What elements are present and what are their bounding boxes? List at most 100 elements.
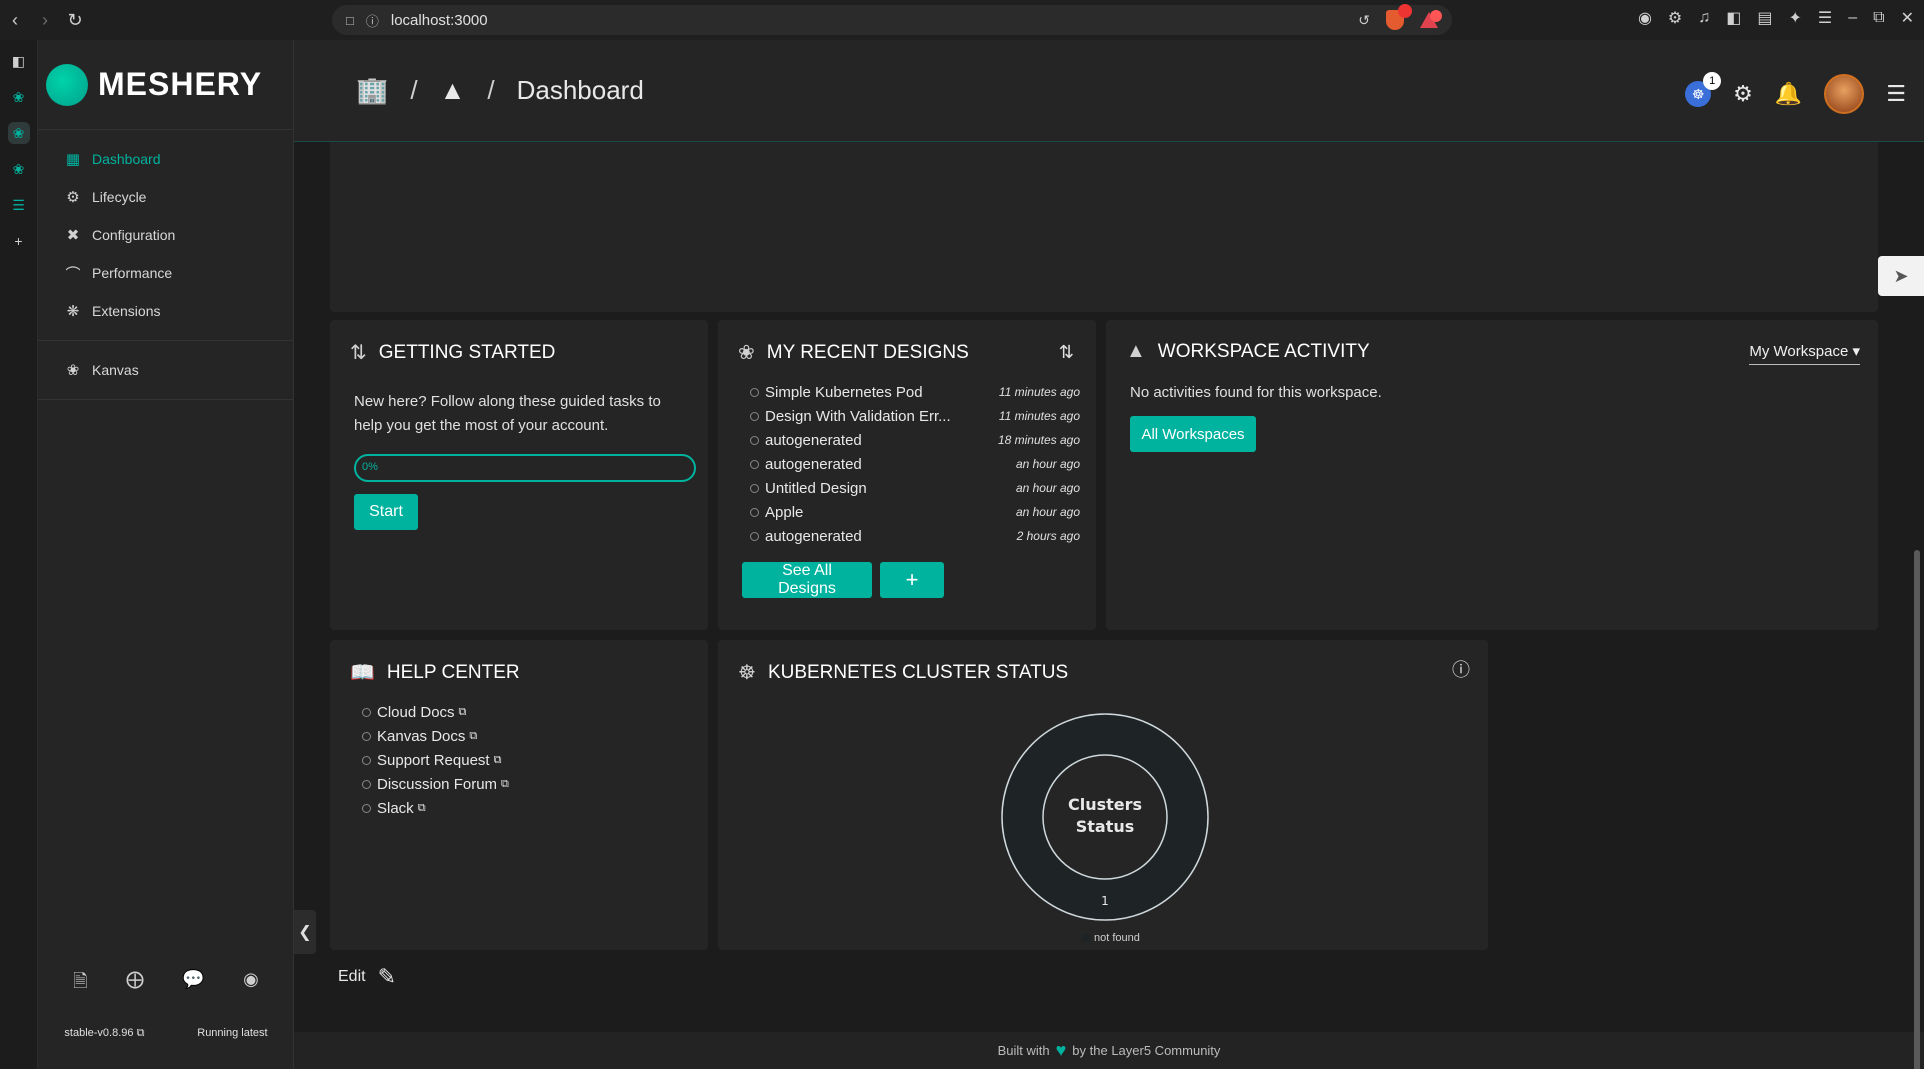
leo-icon[interactable]: ✦: [1789, 8, 1802, 28]
close-icon[interactable]: ✕: [1901, 8, 1914, 28]
collapse-sidebar-button[interactable]: ❮: [294, 910, 316, 954]
share-icon[interactable]: ↺: [1358, 12, 1370, 29]
url-text[interactable]: localhost:3000: [391, 12, 488, 29]
donut-center-line2: Status: [1076, 817, 1135, 836]
kubernetes-context-icon[interactable]: ☸ 1: [1685, 72, 1722, 107]
github-icon[interactable]: ◉: [243, 969, 259, 999]
sidebar-item-performance[interactable]: ⌒ Performance: [38, 254, 293, 292]
legend-label: not found: [1094, 932, 1140, 944]
list-tab-icon[interactable]: ☰: [8, 194, 30, 216]
workspace-icon[interactable]: ▲: [440, 75, 466, 106]
bullet-icon: [750, 435, 759, 445]
sidebar-item-extensions[interactable]: ❋ Extensions: [38, 292, 293, 330]
help-link-label: Cloud Docs: [377, 703, 455, 721]
sidebar-item-lifecycle[interactable]: ⚙ Lifecycle: [38, 178, 293, 216]
see-all-designs-button[interactable]: See All Designs: [742, 562, 872, 598]
design-list: Simple Kubernetes Pod 11 minutes ago Desig…: [750, 380, 1080, 548]
info-icon[interactable]: ⓘ: [1452, 656, 1470, 682]
grammarly-icon[interactable]: ◉: [1638, 8, 1652, 28]
design-icon: ❀: [738, 342, 755, 364]
brave-shield-icon[interactable]: [1386, 4, 1412, 30]
info-icon[interactable]: ⓘ: [366, 11, 379, 30]
organization-icon[interactable]: 🏢: [356, 75, 388, 106]
pencil-icon: ✎: [377, 964, 397, 989]
help-link[interactable]: Slack ⧉: [362, 796, 509, 820]
sort-icon[interactable]: ⇅: [1059, 342, 1074, 363]
add-design-button[interactable]: +: [880, 562, 944, 598]
sidebar-item-kanvas[interactable]: ❀ Kanvas: [38, 351, 293, 389]
notification-badge: 1: [1703, 72, 1722, 90]
browser-sidebar: ◧ ❀ ❀ ❀ ☰ +: [0, 40, 38, 1069]
design-time: an hour ago: [1015, 481, 1080, 495]
bullet-icon: [362, 707, 371, 717]
meshery-tab-icon[interactable]: ❀: [8, 158, 30, 180]
minimize-icon[interactable]: –: [1848, 9, 1857, 27]
start-button[interactable]: Start: [354, 494, 418, 530]
sidebar-item-dashboard[interactable]: ▦ Dashboard: [38, 140, 293, 178]
version-link[interactable]: stable-v0.8.96 ⧉: [64, 1027, 144, 1040]
design-name: autogenerated: [765, 431, 862, 449]
design-list-item[interactable]: Untitled Design an hour ago: [750, 476, 1080, 500]
help-link[interactable]: Support Request ⧉: [362, 748, 509, 772]
rocket-icon[interactable]: ➤: [1878, 256, 1924, 296]
card-title: HELP CENTER: [386, 661, 520, 683]
slack-icon[interactable]: ⨁: [126, 969, 144, 999]
menu-icon[interactable]: ☰: [1818, 8, 1832, 28]
design-time: 11 minutes ago: [998, 409, 1080, 423]
design-list-item[interactable]: Simple Kubernetes Pod 11 minutes ago: [750, 380, 1080, 404]
restore-icon[interactable]: ⧉: [1873, 9, 1884, 27]
design-list-item[interactable]: autogenerated 2 hours ago: [750, 524, 1080, 548]
design-name: Design With Validation Err...: [765, 407, 951, 425]
browser-toolbar: ‹ › ↻ □ ⓘ localhost:3000 ↺ ◉ ⚙ ♫ ◧ ▤ ✦ ☰…: [0, 0, 1924, 40]
workspace-select[interactable]: My Workspace ▾: [1749, 342, 1860, 365]
donut-count-label: 1: [1101, 894, 1109, 908]
design-list-item[interactable]: Design With Validation Err... 11 minutes …: [750, 404, 1080, 428]
back-button[interactable]: ‹: [0, 5, 30, 35]
help-link[interactable]: Cloud Docs ⧉: [362, 700, 509, 724]
settings-gear-icon[interactable]: ⚙: [1733, 81, 1753, 107]
sidebar-item-label: Dashboard: [92, 151, 161, 167]
add-tab-icon[interactable]: +: [8, 230, 30, 252]
design-list-item[interactable]: autogenerated 18 minutes ago: [750, 428, 1080, 452]
card-title: WORKSPACE ACTIVITY: [1157, 340, 1370, 362]
gauge-icon: ⌒: [65, 265, 81, 283]
book-icon: 📖: [350, 662, 375, 684]
brand[interactable]: MESHERY: [38, 40, 293, 130]
edit-layout-button[interactable]: Edit ✎: [338, 964, 396, 990]
sidebar-item-label: Performance: [92, 265, 173, 281]
extension-bar: ◉ ⚙ ♫ ◧ ▤ ✦ ☰ – ⧉ ✕: [1638, 8, 1914, 28]
heart-icon: ♥: [1055, 1040, 1067, 1060]
sidebar-item-configuration[interactable]: ✖ Configuration: [38, 216, 293, 254]
extensions-icon[interactable]: ⚙: [1668, 8, 1682, 28]
music-icon[interactable]: ♫: [1698, 9, 1710, 27]
page-title: Dashboard: [516, 75, 644, 105]
all-workspaces-button[interactable]: All Workspaces: [1130, 416, 1256, 452]
divider: [38, 340, 293, 341]
design-name: autogenerated: [765, 527, 862, 545]
reload-button[interactable]: ↻: [60, 5, 90, 35]
bullet-icon: [750, 483, 759, 493]
help-link[interactable]: Kanvas Docs ⧉: [362, 724, 509, 748]
bookmark-icon[interactable]: □: [346, 13, 354, 28]
scrollbar[interactable]: [1914, 550, 1920, 1069]
design-list-item[interactable]: autogenerated an hour ago: [750, 452, 1080, 476]
hamburger-menu-icon[interactable]: ☰: [1886, 81, 1906, 107]
address-bar[interactable]: □ ⓘ localhost:3000 ↺: [332, 4, 1452, 35]
brave-rewards-icon[interactable]: [1420, 10, 1442, 28]
design-time: 11 minutes ago: [998, 385, 1080, 399]
forward-button[interactable]: ›: [30, 5, 60, 35]
design-list-item[interactable]: Apple an hour ago: [750, 500, 1080, 524]
avatar[interactable]: [1824, 74, 1865, 114]
notification-bell-icon[interactable]: 🔔: [1775, 81, 1802, 107]
meshery-tab-icon[interactable]: ❀: [7, 122, 30, 144]
sidebar-toggle-icon[interactable]: ◧: [1726, 8, 1741, 28]
chat-icon[interactable]: 💬: [182, 969, 204, 999]
donut-center-line1: Clusters: [1068, 795, 1142, 814]
bullet-icon: [750, 459, 759, 469]
sidebar-panel-icon[interactable]: ◧: [8, 50, 30, 72]
help-link[interactable]: Discussion Forum ⧉: [362, 772, 509, 796]
docs-icon[interactable]: 🗎: [73, 969, 87, 999]
meshery-tab-icon[interactable]: ❀: [8, 86, 30, 108]
external-link-icon: ⧉: [458, 705, 467, 718]
wallet-icon[interactable]: ▤: [1757, 8, 1772, 28]
